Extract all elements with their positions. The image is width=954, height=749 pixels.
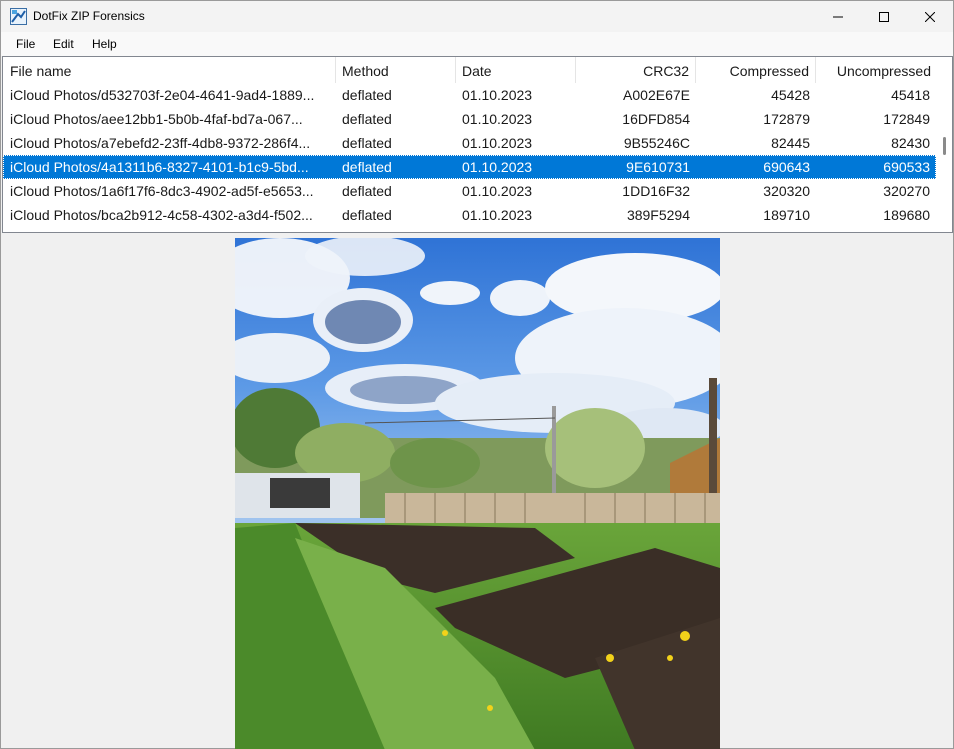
image-preview xyxy=(235,238,720,749)
title-bar[interactable]: DotFix ZIP Forensics xyxy=(1,1,953,32)
cell-uncompressed: 82430 xyxy=(891,135,930,151)
window-title: DotFix ZIP Forensics xyxy=(33,9,145,23)
table-row[interactable]: iCloud Photos/1a6f17f6-8dc3-4902-ad5f-e5… xyxy=(3,179,936,203)
cell-date: 01.10.2023 xyxy=(462,135,533,151)
cell-compressed: 172879 xyxy=(763,111,810,127)
file-list[interactable]: File name Method Date CRC32 Compressed U… xyxy=(2,56,953,233)
app-window: DotFix ZIP Forensics File Edit Help File… xyxy=(0,0,954,749)
minimize-icon xyxy=(833,16,843,17)
table-row-selected[interactable]: iCloud Photos/4a1311b6-8327-4101-b1c9-5b… xyxy=(3,155,936,179)
cell-date: 01.10.2023 xyxy=(462,159,533,175)
cell-file-name: iCloud Photos/4a1311b6-8327-4101-b1c9-5b… xyxy=(10,159,309,175)
column-header-file-name[interactable]: File name xyxy=(3,57,336,83)
table-row[interactable]: iCloud Photos/aee12bb1-5b0b-4faf-bd7a-06… xyxy=(3,107,936,131)
cell-uncompressed: 172849 xyxy=(883,111,930,127)
maximize-icon xyxy=(879,11,889,22)
cell-method: deflated xyxy=(342,207,392,223)
cell-uncompressed: 45418 xyxy=(891,87,930,103)
menu-help[interactable]: Help xyxy=(92,37,117,51)
cell-date: 01.10.2023 xyxy=(462,207,533,223)
scrollbar-thumb[interactable] xyxy=(943,137,946,155)
cell-uncompressed: 690533 xyxy=(883,159,930,175)
vertical-scrollbar[interactable] xyxy=(936,57,952,232)
cell-compressed: 82445 xyxy=(771,135,810,151)
column-header-uncompressed[interactable]: Uncompressed xyxy=(816,57,936,83)
cell-file-name: iCloud Photos/a7ebefd2-23ff-4db8-9372-28… xyxy=(10,135,311,151)
table-row[interactable]: iCloud Photos/a7ebefd2-23ff-4db8-9372-28… xyxy=(3,131,936,155)
cell-crc32: 389F5294 xyxy=(626,207,690,223)
table-row[interactable]: iCloud Photos/bca2b912-4c58-4302-a3d4-f5… xyxy=(3,203,936,227)
app-icon xyxy=(10,8,27,25)
cell-date: 01.10.2023 xyxy=(462,183,533,199)
cell-method: deflated xyxy=(342,183,392,199)
cell-date: 01.10.2023 xyxy=(462,87,533,103)
cell-method: deflated xyxy=(342,135,392,151)
cell-method: deflated xyxy=(342,111,392,127)
cell-crc32: A002E67E xyxy=(623,87,690,103)
menu-file[interactable]: File xyxy=(16,37,35,51)
cell-file-name: iCloud Photos/aee12bb1-5b0b-4faf-bd7a-06… xyxy=(10,111,303,127)
cell-method: deflated xyxy=(342,87,392,103)
close-icon xyxy=(925,11,935,22)
column-header-method[interactable]: Method xyxy=(336,57,456,83)
cell-compressed: 320320 xyxy=(763,183,810,199)
table-row[interactable]: iCloud Photos/d532703f-2e04-4641-9ad4-18… xyxy=(3,83,936,107)
cell-file-name: iCloud Photos/d532703f-2e04-4641-9ad4-18… xyxy=(10,87,315,103)
minimize-button[interactable] xyxy=(815,1,861,32)
cell-file-name: iCloud Photos/1a6f17f6-8dc3-4902-ad5f-e5… xyxy=(10,183,314,199)
maximize-button[interactable] xyxy=(861,1,907,32)
cell-date: 01.10.2023 xyxy=(462,111,533,127)
menu-bar: File Edit Help xyxy=(1,32,953,56)
close-button[interactable] xyxy=(907,1,953,32)
list-header: File name Method Date CRC32 Compressed U… xyxy=(3,57,936,83)
cell-compressed: 690643 xyxy=(763,159,810,175)
cell-uncompressed: 320270 xyxy=(883,183,930,199)
cell-compressed: 189710 xyxy=(763,207,810,223)
column-header-compressed[interactable]: Compressed xyxy=(696,57,816,83)
cell-method: deflated xyxy=(342,159,392,175)
cell-compressed: 45428 xyxy=(771,87,810,103)
cell-crc32: 1DD16F32 xyxy=(622,183,690,199)
cell-crc32: 9E610731 xyxy=(626,159,690,175)
column-header-crc32[interactable]: CRC32 xyxy=(576,57,696,83)
preview-photo xyxy=(235,238,720,749)
cell-uncompressed: 189680 xyxy=(883,207,930,223)
cell-crc32: 9B55246C xyxy=(623,135,690,151)
menu-edit[interactable]: Edit xyxy=(53,37,74,51)
column-header-date[interactable]: Date xyxy=(456,57,576,83)
cell-file-name: iCloud Photos/bca2b912-4c58-4302-a3d4-f5… xyxy=(10,207,313,223)
cell-crc32: 16DFD854 xyxy=(622,111,690,127)
